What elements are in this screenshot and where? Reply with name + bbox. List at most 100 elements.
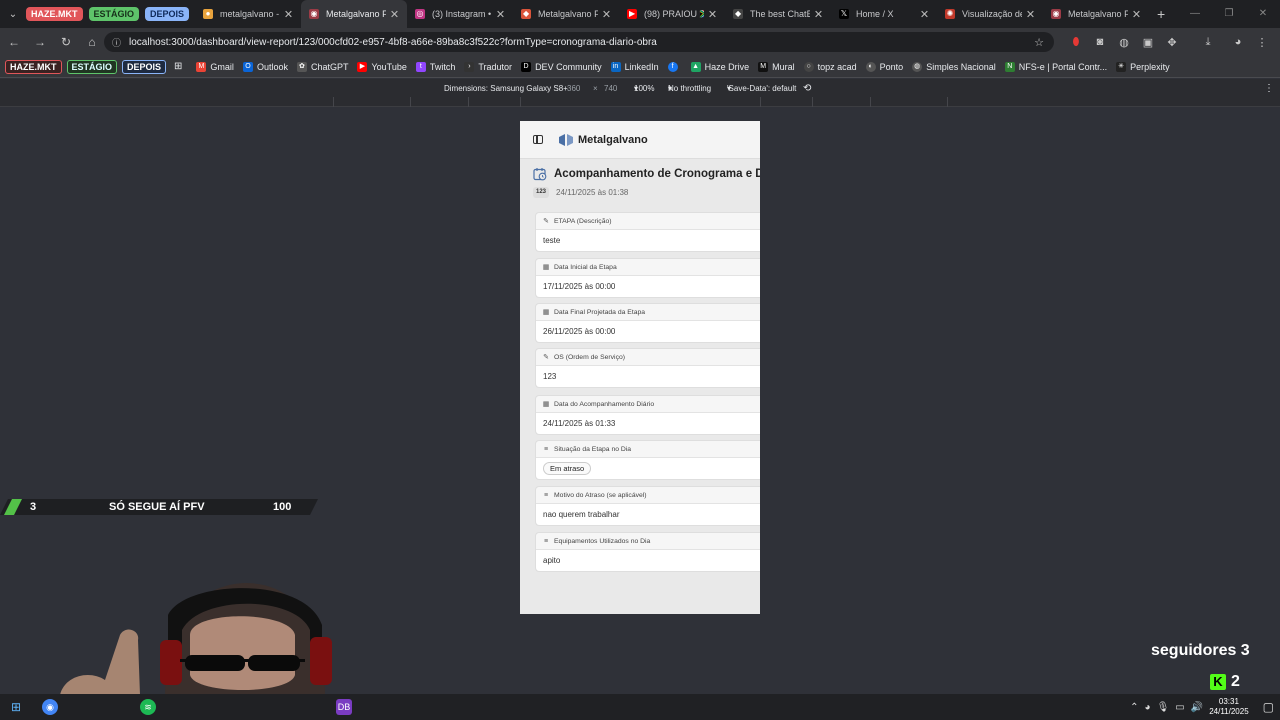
close-icon[interactable]: ✕ bbox=[284, 8, 293, 21]
camera-icon[interactable]: ◙ bbox=[1088, 36, 1112, 48]
windows-start-icon[interactable]: ⊞ bbox=[8, 699, 24, 715]
profile-avatar[interactable]: ◕ bbox=[1226, 36, 1250, 48]
extension-red-icon[interactable]: ⬮ bbox=[1064, 36, 1088, 49]
webcam-feed bbox=[60, 583, 332, 695]
apps-grid-icon[interactable]: ⊞ bbox=[174, 61, 182, 72]
bookmark-item[interactable]: ○ topz acad bbox=[803, 61, 857, 72]
metalgalvano-logo-icon bbox=[559, 133, 573, 146]
download-icon[interactable]: ⤓ bbox=[1196, 36, 1220, 49]
bookmark-item[interactable]: ✳ Perplexity bbox=[1116, 61, 1170, 72]
bookmark-item[interactable]: ✿ ChatGPT bbox=[296, 61, 348, 72]
rotate-icon[interactable]: ⟲ bbox=[803, 83, 811, 94]
sidebar-toggle-icon[interactable] bbox=[533, 135, 543, 144]
extension-circle-icon[interactable]: ◍ bbox=[1112, 36, 1136, 49]
tab-group-depois[interactable]: DEPOIS bbox=[145, 7, 190, 21]
forward-icon[interactable]: → bbox=[28, 35, 52, 49]
device-menu-icon[interactable]: ⋮ bbox=[1264, 83, 1274, 94]
bookmark-item[interactable]: in LinkedIn bbox=[610, 61, 659, 72]
system-clock[interactable]: 03:31 24/11/2025 bbox=[1209, 697, 1248, 717]
site-info-icon[interactable]: ⓘ bbox=[112, 36, 121, 49]
kick-viewers: K 2 bbox=[1210, 673, 1240, 691]
tab-item[interactable]: 𝕏 Home / X ✕ bbox=[831, 0, 937, 28]
microphone-icon[interactable]: 🎙 bbox=[1157, 702, 1170, 713]
tab-item[interactable]: ✺ Visualização de ✕ bbox=[937, 0, 1043, 28]
app-taskbar-icon[interactable]: DB bbox=[336, 699, 352, 715]
network-icon[interactable]: ▭ bbox=[1175, 702, 1184, 713]
bookmark-item[interactable]: M Gmail bbox=[196, 61, 234, 72]
close-icon[interactable]: ✕ bbox=[920, 8, 929, 21]
bookmark-group-depois[interactable]: DEPOIS bbox=[122, 59, 167, 74]
bookmark-item[interactable]: ◐ Ponto bbox=[865, 61, 903, 72]
device-toolbar: Dimensions: Samsung Galaxy S8+ 360 × 740… bbox=[0, 79, 1280, 97]
kebab-menu-icon[interactable]: ⋮ bbox=[1250, 36, 1274, 49]
bookmark-label: Outlook bbox=[256, 61, 288, 72]
throttling-select[interactable]: No throttling ▾ bbox=[668, 84, 711, 93]
puzzle-icon[interactable]: ✥ bbox=[1160, 36, 1184, 49]
address-bar[interactable]: ⓘ localhost:3000/dashboard/view-report/1… bbox=[104, 32, 1054, 52]
tab-item[interactable]: ◆ The best ChatBo ✕ bbox=[725, 0, 831, 28]
close-window-icon[interactable]: ✕ bbox=[1246, 0, 1280, 28]
notifications-icon[interactable]: ▢ bbox=[1263, 700, 1274, 714]
bookmark-item[interactable]: ▶ YouTube bbox=[357, 61, 407, 72]
tray-chevron-icon[interactable]: ⌃ bbox=[1130, 702, 1138, 713]
tab-item[interactable]: ◆ Metalgalvano Fo ✕ bbox=[513, 0, 619, 28]
gmail-icon: M bbox=[196, 61, 207, 72]
save-data-select[interactable]: 'Save-Data': default ▾ bbox=[727, 84, 796, 93]
device-height-input[interactable]: 740 bbox=[604, 84, 617, 93]
restore-icon[interactable]: ❐ bbox=[1212, 0, 1246, 28]
tab-item-active[interactable]: ◉ Metalgalvano Fo ✕ bbox=[301, 0, 408, 28]
bookmark-star-icon[interactable]: ☆ bbox=[1034, 36, 1044, 49]
bookmark-item[interactable]: ◍ Simples Nacional bbox=[912, 61, 996, 72]
bookmark-item[interactable]: t Twitch bbox=[415, 61, 455, 72]
tab-item[interactable]: ◎ (3) Instagram • M ✕ bbox=[407, 0, 513, 28]
close-icon[interactable]: ✕ bbox=[1132, 8, 1141, 21]
visual-icon: ✺ bbox=[945, 9, 956, 19]
close-icon[interactable]: ✕ bbox=[496, 8, 505, 21]
close-icon[interactable]: ✕ bbox=[814, 8, 823, 21]
bookmark-item[interactable]: ▲ Haze Drive bbox=[690, 61, 749, 72]
reload-icon[interactable]: ↻ bbox=[54, 35, 78, 49]
linkedin-icon: in bbox=[610, 61, 621, 72]
close-icon[interactable]: ✕ bbox=[602, 8, 611, 21]
spotify-icon[interactable]: ≋ bbox=[140, 699, 156, 715]
tab-search-chevron-icon[interactable]: ⌄ bbox=[0, 0, 26, 28]
app-header: Metalgalvano bbox=[520, 121, 760, 159]
back-icon[interactable]: ← bbox=[2, 35, 26, 49]
field-value: 17/11/2025 às 00:00 bbox=[536, 276, 760, 297]
bookmark-item[interactable]: f bbox=[667, 61, 682, 72]
close-icon[interactable]: ✕ bbox=[1026, 8, 1035, 21]
bookmark-label: YouTube bbox=[371, 61, 407, 72]
tab-group-haze[interactable]: HAZE.MKT bbox=[26, 7, 83, 21]
zoom-select[interactable]: 100% ▾ bbox=[634, 84, 654, 93]
bookmark-label: Tradutor bbox=[478, 61, 513, 72]
bookmark-item[interactable]: › Tradutor bbox=[464, 61, 513, 72]
extension-box-icon[interactable]: ▣ bbox=[1136, 36, 1160, 49]
bookmark-group-haze[interactable]: HAZE.MKT bbox=[5, 59, 62, 74]
device-dimensions-select[interactable]: Dimensions: Samsung Galaxy S8+ bbox=[444, 84, 568, 93]
tab-item[interactable]: ◉ Metalgalvano Fo ✕ bbox=[1043, 0, 1149, 28]
field-label: OS (Ordem de Serviço) bbox=[554, 353, 626, 361]
tab-item[interactable]: ▶ (98) PRAIOU 🇿🇦 ✕ bbox=[619, 0, 725, 28]
minimize-icon[interactable]: — bbox=[1178, 0, 1212, 28]
bookmark-group-estagio[interactable]: ESTÁGIO bbox=[66, 59, 118, 74]
x-icon: 𝕏 bbox=[839, 9, 850, 19]
bookmark-item[interactable]: D DEV Community bbox=[521, 61, 602, 72]
close-icon[interactable]: ✕ bbox=[708, 8, 717, 21]
goal-text: SÓ SEGUE AÍ PFV bbox=[109, 501, 205, 513]
ponto-icon: ◐ bbox=[865, 61, 876, 72]
new-tab-button[interactable]: + bbox=[1149, 6, 1173, 22]
tab-group-estagio[interactable]: ESTÁGIO bbox=[88, 7, 140, 21]
field-data-inicial: ▦ Data Inicial da Etapa 17/11/2025 às 00:… bbox=[535, 258, 760, 298]
bookmarks-bar: HAZE.MKT ESTÁGIO DEPOIS ⊞ M Gmail O Outloo… bbox=[0, 56, 1280, 78]
device-width-input[interactable]: 360 bbox=[567, 84, 580, 93]
close-icon[interactable]: ✕ bbox=[390, 8, 399, 21]
tab-item[interactable]: ● metalgalvano - S ✕ bbox=[195, 0, 301, 28]
home-icon[interactable]: ⌂ bbox=[80, 35, 104, 49]
calendar-icon: ▦ bbox=[542, 264, 550, 271]
chrome-taskbar-icon[interactable]: ◉ bbox=[42, 699, 58, 715]
bookmark-item[interactable]: M Mural bbox=[758, 61, 795, 72]
volume-icon[interactable]: 🔊 bbox=[1191, 702, 1203, 713]
bookmark-item[interactable]: O Outlook bbox=[242, 61, 288, 72]
discord-icon[interactable]: ◕ bbox=[1145, 702, 1151, 713]
bookmark-item[interactable]: N NFS-e | Portal Contr... bbox=[1004, 61, 1107, 72]
